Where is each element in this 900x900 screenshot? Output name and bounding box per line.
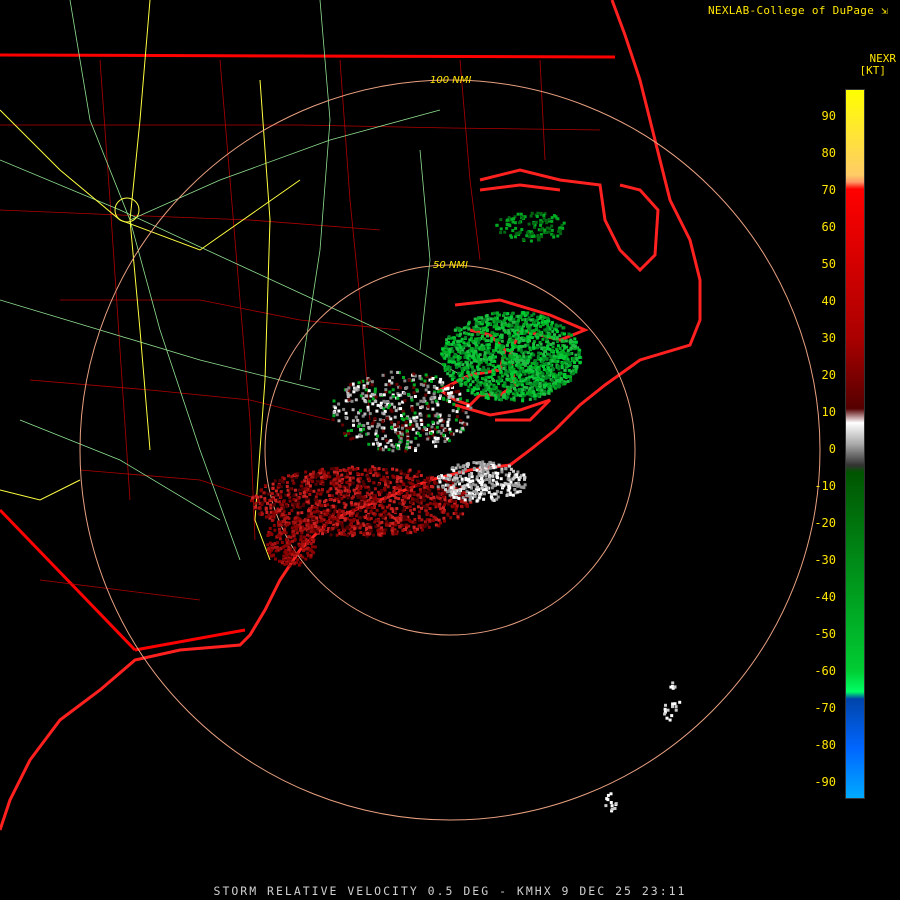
credit-label: NEXLAB-College of DuPage ⇲ bbox=[707, 4, 888, 17]
legend-tick: -30 bbox=[814, 553, 836, 567]
legend-tick: 70 bbox=[821, 183, 836, 197]
legend-tick: 10 bbox=[821, 405, 836, 419]
legend-tick: -10 bbox=[814, 479, 836, 493]
legend-units: [KT] bbox=[859, 64, 887, 77]
radar-echoes bbox=[250, 211, 682, 813]
velocity-color-scale bbox=[845, 89, 865, 799]
legend-tick: -50 bbox=[814, 627, 836, 641]
legend-tick: 50 bbox=[821, 257, 836, 271]
legend-tick: 40 bbox=[821, 294, 836, 308]
range-rings bbox=[79, 79, 821, 821]
legend-tick: 0 bbox=[828, 442, 836, 456]
product-title: STORM RELATIVE VELOCITY 0.5 DEG - KMHX 9… bbox=[213, 884, 687, 898]
ring-label-50: 50 NMI bbox=[433, 260, 468, 271]
legend-tick: 60 bbox=[821, 220, 836, 234]
legend-tick: -20 bbox=[814, 516, 836, 530]
legend-tick: -40 bbox=[814, 590, 836, 604]
legend-title: NEXR [KT] bbox=[859, 52, 897, 77]
legend-tick: -90 bbox=[814, 775, 836, 789]
legend-tick: -60 bbox=[814, 664, 836, 678]
highways bbox=[0, 0, 471, 561]
radar-map: 100 NMI 50 NMI bbox=[0, 0, 821, 831]
ring-label-100: 100 NMI bbox=[430, 75, 471, 86]
legend-tick: 30 bbox=[821, 331, 836, 345]
legend-tick: 20 bbox=[821, 368, 836, 382]
legend-tick: 80 bbox=[821, 146, 836, 160]
legend-tick: -80 bbox=[814, 738, 836, 752]
legend-tick: -70 bbox=[814, 701, 836, 715]
legend-tick: 90 bbox=[821, 109, 836, 123]
